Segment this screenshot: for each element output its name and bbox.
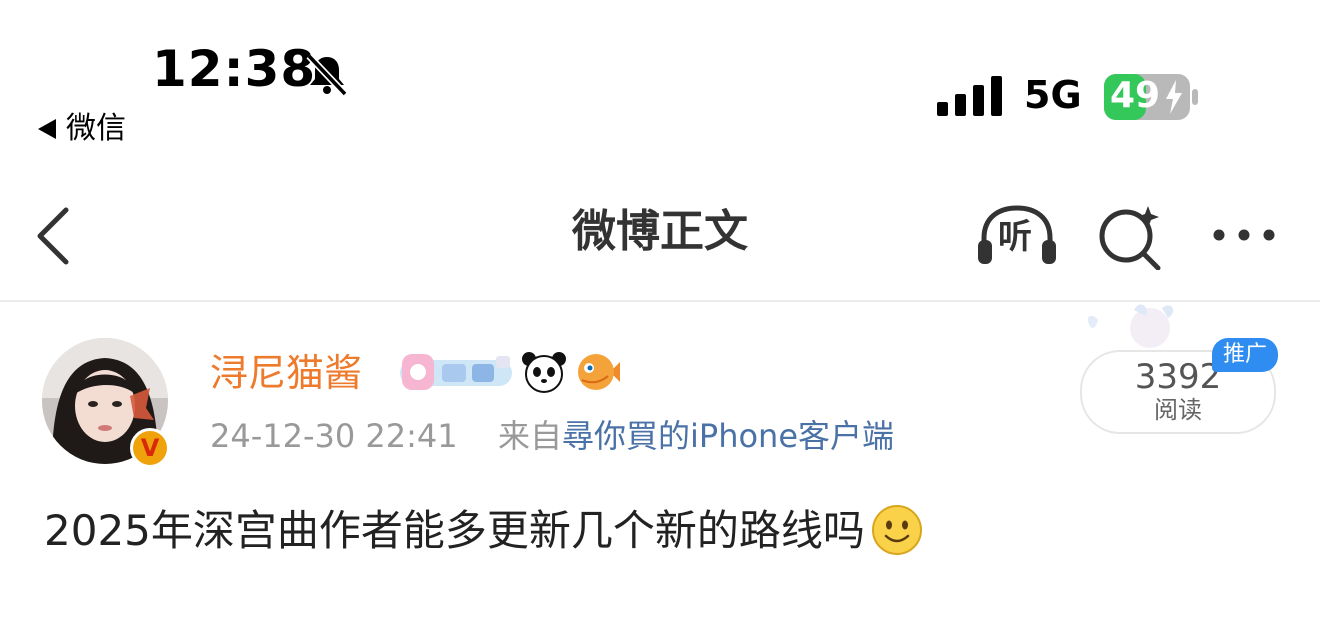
- bow-decoration-icon: [1087, 304, 1174, 348]
- status-time: 12:38: [152, 40, 317, 98]
- source-prefix: 来自: [497, 417, 562, 455]
- post-source-link[interactable]: 尋你買的iPhone客户端: [562, 417, 894, 455]
- post-content: 2025年深宫曲作者能多更新几个新的路线吗: [44, 504, 923, 556]
- username-link[interactable]: 浔尼猫酱: [210, 354, 362, 392]
- verified-badge-icon: V: [130, 428, 170, 468]
- panda-icon[interactable]: [520, 350, 568, 394]
- pufferfish-icon[interactable]: [574, 350, 622, 394]
- post-text: 2025年深宫曲作者能多更新几个新的路线吗: [44, 506, 865, 555]
- search-icon[interactable]: [1098, 204, 1164, 270]
- bell-slash-icon: [306, 53, 348, 97]
- post-meta: 24-12-30 22:41 来自尋你買的iPhone客户端: [210, 420, 894, 452]
- read-label: 阅读: [1154, 396, 1202, 424]
- more-options-icon[interactable]: [1210, 226, 1278, 244]
- back-triangle-icon: [38, 119, 56, 139]
- smile-emoji-icon: [871, 504, 922, 555]
- battery-level: 49: [1110, 75, 1161, 116]
- listen-button[interactable]: 听: [976, 204, 1058, 266]
- user-badges: [398, 350, 622, 394]
- back-to-wechat-button[interactable]: 微信: [38, 114, 126, 144]
- promo-tag: 推广: [1212, 338, 1278, 372]
- fan-badge-icon[interactable]: [398, 350, 514, 394]
- back-app-label: 微信: [66, 111, 126, 146]
- cellular-signal-icon: [937, 76, 1002, 116]
- listen-label: 听: [998, 217, 1032, 257]
- post-timestamp: 24-12-30 22:41: [210, 417, 458, 455]
- battery-indicator: 49: [1104, 74, 1198, 120]
- network-type: 5G: [1024, 73, 1082, 117]
